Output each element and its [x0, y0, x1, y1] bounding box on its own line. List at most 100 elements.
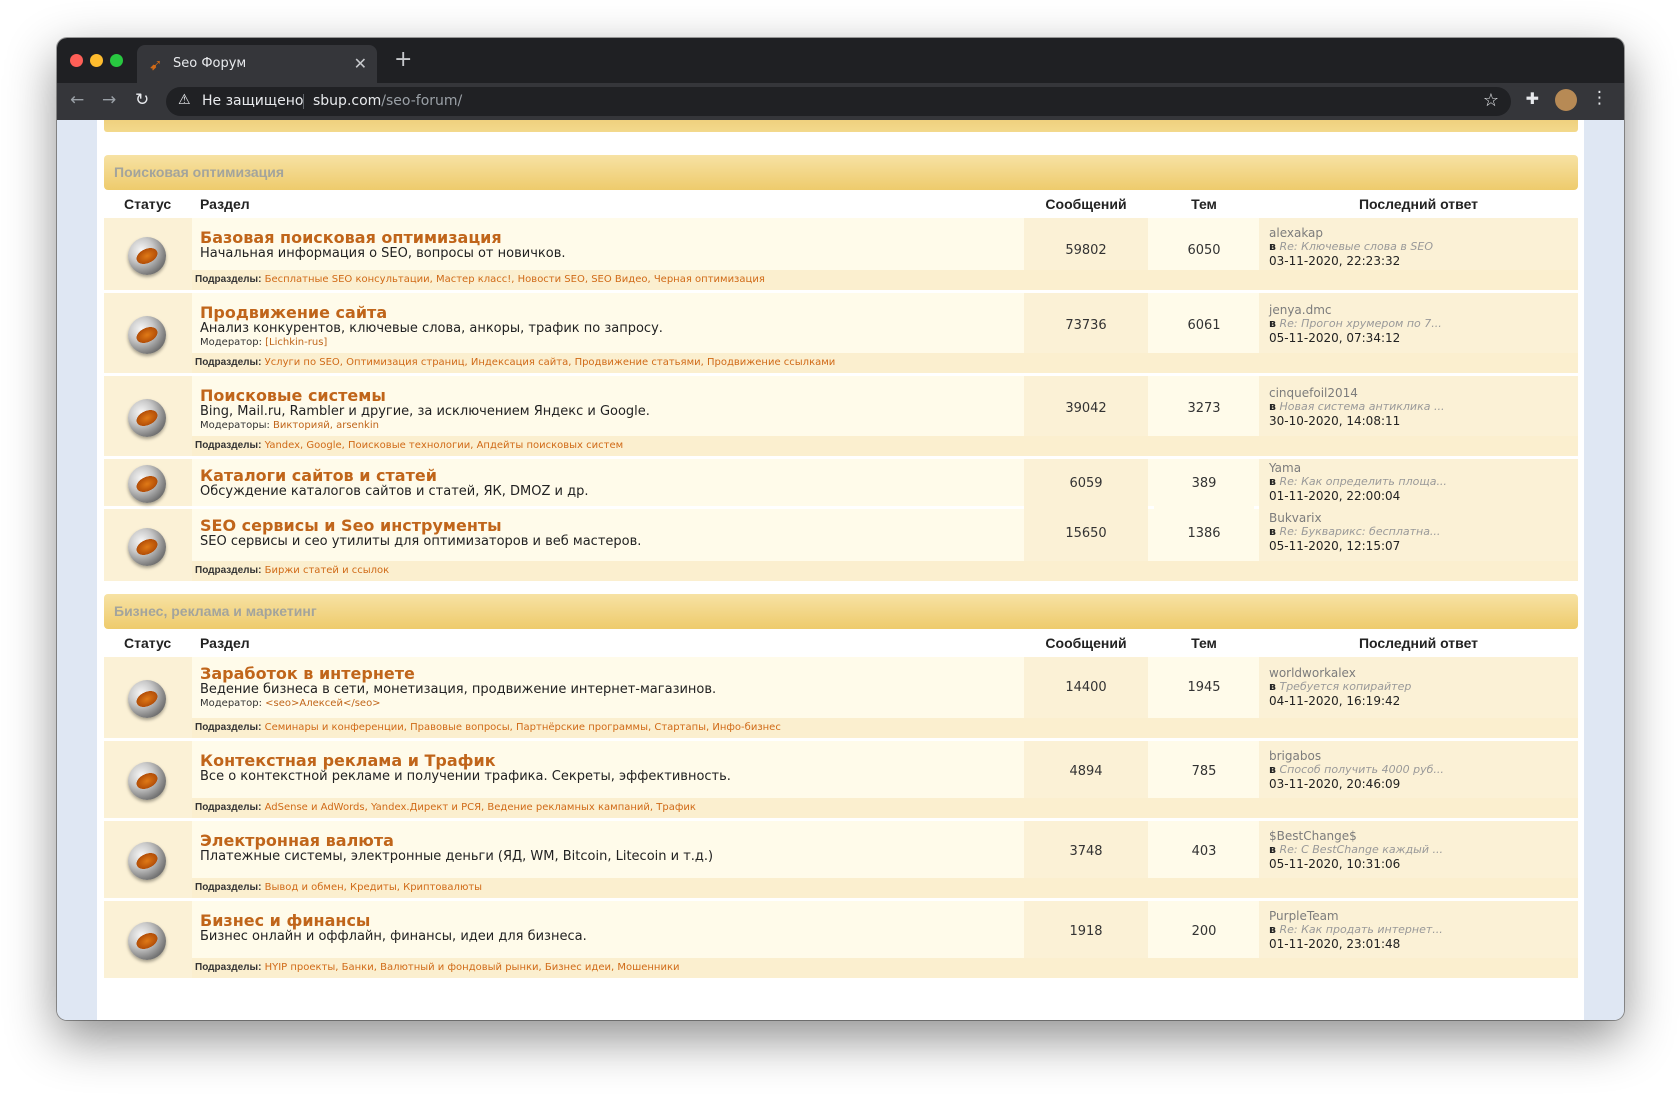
messages-count: 73736	[1024, 293, 1148, 356]
forum-status-globe-icon	[128, 680, 166, 718]
forum-section: Поисковая оптимизация Статус Раздел Сооб…	[104, 155, 1578, 584]
more-menu-icon[interactable]: ⋮	[1591, 88, 1608, 108]
last-reply-user[interactable]: PurpleTeam	[1269, 909, 1339, 923]
forum-title-link[interactable]: Бизнес и финансы	[200, 911, 370, 930]
bookmark-star-icon[interactable]: ☆	[1483, 90, 1499, 111]
last-reply-topic-text[interactable]: Новая система антиклика ...	[1279, 400, 1444, 413]
subforums-row: Подразделы: AdSense и AdWords, Yandex.Ди…	[192, 798, 1578, 818]
new-tab-icon[interactable]: +	[394, 47, 412, 72]
extensions-puzzle-icon[interactable]: ✚	[1526, 89, 1539, 108]
subforums-links[interactable]: Биржи статей и ссылок	[265, 565, 390, 576]
column-section: Раздел	[200, 196, 250, 212]
column-last-reply: Последний ответ	[1358, 196, 1479, 212]
last-reply-user[interactable]: cinquefoil2014	[1269, 386, 1358, 400]
messages-count: 15650	[1024, 509, 1148, 564]
last-reply-topic-text[interactable]: Re: Прогон хрумером по 7...	[1279, 317, 1441, 330]
forum-status-globe-icon	[128, 842, 166, 880]
section-title[interactable]: Бизнес, реклама и маркетинг	[104, 594, 1578, 629]
forum-description: Обсуждение каталогов сайтов и статей, ЯК…	[200, 484, 589, 499]
last-reply-topic-text[interactable]: Re: Как определить площа...	[1279, 475, 1446, 488]
subforums-links[interactable]: Вывод и обмен, Кредиты, Криптовалюты	[265, 882, 483, 893]
last-reply-topic-text[interactable]: Re: С BestChange каждый ...	[1279, 843, 1442, 856]
forum-row: Поисковые системы Bing, Mail.ru, Rambler…	[104, 376, 1578, 459]
last-reply-topic[interactable]: в Re: Как определить площа...	[1269, 475, 1447, 488]
forum-title-link[interactable]: Заработок в интернете	[200, 664, 415, 683]
subforums-links[interactable]: Бесплатные SEO консультации, Мастер клас…	[265, 274, 765, 285]
last-reply-topic[interactable]: в Требуется копирайтер	[1269, 680, 1411, 693]
subforums-links[interactable]: Yandex, Google, Поисковые технологии, Ап…	[265, 440, 624, 451]
forum-title-link[interactable]: SEO сервисы и Seo инструменты	[200, 516, 502, 535]
last-reply-topic[interactable]: в Re: Букварикс: бесплатна...	[1269, 525, 1440, 538]
forum-title-link[interactable]: Базовая поисковая оптимизация	[200, 228, 502, 247]
section-title[interactable]: Поисковая оптимизация	[104, 155, 1578, 190]
last-reply-user[interactable]: jenya.dmc	[1269, 303, 1332, 317]
last-reply-date: 04-11-2020, 16:19:42	[1269, 694, 1401, 708]
last-reply-topic[interactable]: в Re: С BestChange каждый ...	[1269, 843, 1443, 856]
subforums-row: Подразделы: HYIP проекты, Банки, Валютны…	[192, 958, 1578, 978]
page-viewport: Поисковая оптимизация Статус Раздел Сооб…	[57, 120, 1624, 1020]
forward-arrow-icon[interactable]: →	[102, 90, 116, 110]
browser-window: ➹ Seo Форум ✕ + ← → ↻ ⚠ Не защищено sbup…	[57, 38, 1624, 1020]
forum-title-link[interactable]: Поисковые системы	[200, 386, 386, 405]
security-status[interactable]: Не защищено	[202, 93, 303, 109]
last-reply-topic[interactable]: в Re: Ключевые слова в SEO	[1269, 240, 1433, 253]
url-text[interactable]: sbup.com/seo-forum/	[313, 93, 462, 109]
forum-status-globe-icon	[128, 528, 166, 566]
profile-avatar[interactable]	[1555, 89, 1577, 111]
last-reply-topic-text[interactable]: Re: Букварикс: бесплатна...	[1279, 525, 1440, 538]
last-reply-user[interactable]: Bukvarix	[1269, 511, 1322, 525]
reload-icon[interactable]: ↻	[135, 90, 149, 110]
last-reply-topic[interactable]: в Способ получить 4000 руб...	[1269, 763, 1444, 776]
forum-status-globe-icon	[128, 316, 166, 354]
topics-count: 6061	[1154, 293, 1254, 356]
url-path: /seo-forum/	[381, 93, 463, 109]
last-reply-topic-text[interactable]: Способ получить 4000 руб...	[1279, 763, 1443, 776]
last-reply-topic[interactable]: в Re: Как продать интернет...	[1269, 923, 1443, 936]
last-reply-topic[interactable]: в Новая система антиклика ...	[1269, 400, 1444, 413]
last-reply-user[interactable]: Yama	[1269, 461, 1301, 475]
last-reply-topic-text[interactable]: Re: Как продать интернет...	[1279, 923, 1442, 936]
last-reply-user[interactable]: $BestChange$	[1269, 829, 1357, 843]
moderator-link[interactable]: <seo>Алексей</seo>	[265, 698, 380, 709]
moderator-link[interactable]: [Lichkin-rus]	[265, 337, 327, 348]
last-reply-user[interactable]: worldworkalex	[1269, 666, 1356, 680]
last-reply-cell: $BestChange$ в Re: С BestChange каждый .…	[1259, 821, 1578, 881]
last-reply-topic-text[interactable]: Требуется копирайтер	[1279, 680, 1411, 693]
browser-tab[interactable]: ➹ Seo Форум ✕	[137, 45, 377, 83]
forum-description: Анализ конкурентов, ключевые слова, анко…	[200, 321, 663, 336]
forum-title-link[interactable]: Продвижение сайта	[200, 303, 387, 322]
forum-row: SEO сервисы и Seo инструменты SEO сервис…	[104, 509, 1578, 584]
topics-count: 1945	[1154, 657, 1254, 721]
subforums-links[interactable]: HYIP проекты, Банки, Валютный и фондовый…	[265, 962, 680, 973]
subforums-links[interactable]: AdSense и AdWords, Yandex.Директ и РСЯ, …	[265, 802, 696, 813]
tab-bar: ➹ Seo Форум ✕ +	[57, 38, 1624, 83]
subforums-links[interactable]: Семинары и конференции, Правовые вопросы…	[265, 722, 781, 733]
close-window-button[interactable]	[70, 54, 83, 67]
moderator-link[interactable]: Викторияй, arsenkin	[273, 420, 379, 431]
in-label: в	[1269, 240, 1276, 253]
forum-title-link[interactable]: Контекстная реклама и Трафик	[200, 751, 496, 770]
subforums-links[interactable]: Услуги по SEO, Оптимизация страниц, Инде…	[265, 357, 836, 368]
close-tab-icon[interactable]: ✕	[354, 54, 367, 73]
forum-title-link[interactable]: Электронная валюта	[200, 831, 394, 850]
column-status: Статус	[124, 635, 172, 651]
last-reply-user[interactable]: brigabos	[1269, 749, 1321, 763]
last-reply-user[interactable]: alexakap	[1269, 226, 1323, 240]
last-reply-date: 03-11-2020, 22:23:32	[1269, 254, 1401, 268]
minimize-window-button[interactable]	[90, 54, 103, 67]
status-cell	[104, 901, 192, 978]
subforums-label: Подразделы:	[195, 440, 262, 451]
forum-row: Продвижение сайта Анализ конкурентов, кл…	[104, 293, 1578, 376]
status-cell	[104, 459, 192, 506]
back-arrow-icon[interactable]: ←	[70, 90, 84, 110]
warning-icon[interactable]: ⚠	[178, 92, 191, 108]
maximize-window-button[interactable]	[110, 54, 123, 67]
forum-title-link[interactable]: Каталоги сайтов и статей	[200, 466, 437, 485]
last-reply-topic[interactable]: в Re: Прогон хрумером по 7...	[1269, 317, 1442, 330]
status-cell	[104, 218, 192, 290]
messages-count: 14400	[1024, 657, 1148, 721]
last-reply-topic-text[interactable]: Re: Ключевые слова в SEO	[1279, 240, 1433, 253]
address-bar[interactable]: ⚠ Не защищено sbup.com/seo-forum/ ☆	[166, 87, 1511, 116]
column-topics: Тем	[1191, 196, 1217, 212]
forum-status-globe-icon	[128, 762, 166, 800]
